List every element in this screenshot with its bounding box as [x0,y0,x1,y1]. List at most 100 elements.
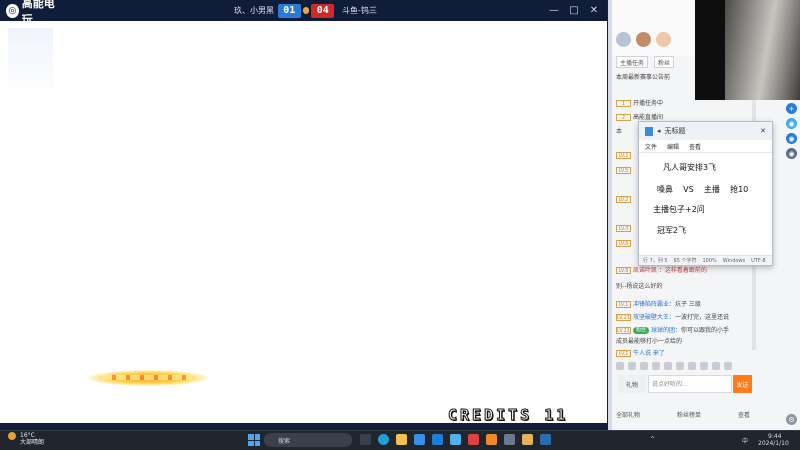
chat-line: LV.21 攻坚破壁大王：一波打完，这里还说 [616,314,730,321]
status-chars: 65 个字符 [673,258,697,264]
panel-tabs: 主播任务 粉丝 [616,56,696,68]
app-icon[interactable]: ◉ [786,118,797,129]
settings-icon[interactable]: ⚙ [786,414,797,425]
app-icon[interactable]: ◉ [786,133,797,144]
chat-line: 本 [616,128,623,135]
player1-name: 玖、小男黑 [234,6,274,15]
chat-line: 2 高能直播间 [616,112,663,121]
player1-score: 01 [278,3,301,18]
chat-line: LV.1 冲锋陷阵霸业：坑子 三级 [616,299,701,308]
lang-indicator[interactable]: 中 [742,436,748,445]
taskbar-search[interactable]: 搜索 [264,433,352,447]
app-icon[interactable] [450,434,461,445]
all-gifts-link[interactable]: 全部礼物 [616,410,640,422]
view-link[interactable]: 查看 [738,410,750,422]
chat-line: LV.21 粉丝 球球的团：你可以跟我的小手 [616,327,730,334]
fire-effect [88,370,208,386]
app-icon[interactable] [522,434,533,445]
avatar[interactable] [656,32,671,47]
player2-name: 斗鱼-钨三 [342,6,377,15]
gift-icon[interactable] [724,362,732,370]
close-icon[interactable]: ✕ [760,127,766,135]
chat-line: LV.6 [616,240,633,249]
chat-line: LV.5 [616,167,633,176]
gift-icon[interactable] [688,362,696,370]
notepad-line: 主播包子+2问 [653,205,705,214]
maximize-button[interactable]: □ [565,0,583,21]
fans-rank-link[interactable]: 粉丝榜单 [677,410,701,422]
scoreboard: 01 04 [278,3,334,18]
notepad-line: 嗓鼻 VS 主播 抢10 [657,185,749,194]
chat-line: LV.3 [616,225,633,234]
app-logo: ◎ 高能电玩 [6,0,62,26]
status-position: 行 7，列 5 [643,258,668,264]
panel-scrollbar[interactable] [608,0,612,430]
close-button[interactable]: ✕ [585,0,603,21]
weather-temp: 16°C [20,432,35,439]
gift-icon[interactable] [676,362,684,370]
player2-score: 04 [311,3,334,18]
vs-icon [302,7,310,14]
menu-view[interactable]: 查看 [689,142,701,151]
app-icon[interactable] [468,434,479,445]
chat-input[interactable]: 说点好听的... [648,375,732,393]
chat-line: 1 开播任务中 [616,98,663,107]
game-canvas[interactable] [0,21,607,423]
share-icon[interactable]: + [786,103,797,114]
status-encoding: UTF-8 [751,257,766,264]
gift-icon[interactable] [628,362,636,370]
tab-title[interactable]: 无标题 [665,126,686,136]
gift-icon[interactable] [712,362,720,370]
avatar[interactable] [616,32,631,47]
notepad-menubar: 文件 编辑 查看 [639,140,772,153]
gift-icon[interactable] [664,362,672,370]
panel-footer: 全部礼物 粉丝榜单 查看 [616,410,750,422]
game-bottom-bar [0,423,607,430]
webcam-feed [725,0,800,100]
notepad-titlebar[interactable]: ◂ 无标题 ✕ [639,122,772,140]
app-icon[interactable] [540,434,551,445]
app-icon[interactable] [486,434,497,445]
logo-icon: ◎ [6,3,19,18]
notepad-icon [645,126,653,136]
status-zoom: 100% [702,257,717,264]
gift-icon[interactable] [652,362,660,370]
clock-time[interactable]: 9:44 [768,433,781,440]
clock-date[interactable]: 2024/1/10 [758,440,789,447]
gift-icon[interactable] [700,362,708,370]
folder-icon[interactable] [396,434,407,445]
weather-icon[interactable] [8,432,16,440]
back-icon[interactable]: ◂ [657,127,661,135]
weather-desc: 大部晴朗 [20,439,45,446]
menu-file[interactable]: 文件 [645,142,657,151]
chat-line: LV.8 凯诺叶凯 ：这样看着跟前的 [616,265,707,274]
tab-tasks[interactable]: 主播任务 [616,56,649,68]
weather-widget[interactable]: 16°C 大部晴朗 [20,432,44,446]
chat-line: LV.1 牛人说 来了 [616,348,665,357]
chat-line: LV.2 [616,196,633,205]
tray-chevron-icon[interactable]: ^ [650,436,655,443]
gift-button[interactable]: 礼物 [618,375,646,393]
notepad-statusbar: 行 7，列 5 65 个字符 100% Windows UTF-8 [639,255,772,265]
gift-icon[interactable] [640,362,648,370]
send-button[interactable]: 发送 [733,375,752,393]
notepad-line: 凡人哥安排3飞 [663,163,717,172]
minimize-button[interactable]: — [545,0,563,21]
app-icon[interactable]: ◉ [786,148,797,159]
start-button[interactable] [248,434,260,446]
faded-sprite [8,28,53,88]
edge-icon[interactable] [378,434,389,445]
app-icon[interactable] [432,434,443,445]
game-titlebar[interactable]: ◎ 高能电玩 玖、小男黑 01 04 斗鱼-钨三 — □ ✕ [0,0,607,26]
notepad-window[interactable]: ◂ 无标题 ✕ 文件 编辑 查看 凡人哥安排3飞 嗓鼻 VS 主播 抢10 主播… [638,121,773,266]
task-view-icon[interactable] [360,434,371,445]
system-tray[interactable]: ^ 中 9:44 2024/1/10 [650,433,800,447]
notepad-line: 冠军2飞 [657,226,687,235]
store-icon[interactable] [414,434,425,445]
app-icon[interactable] [504,434,515,445]
tab-fans[interactable]: 粉丝 [654,56,675,68]
gift-icon[interactable] [616,362,624,370]
avatar[interactable] [636,32,651,47]
menu-edit[interactable]: 编辑 [667,142,679,151]
credits-counter: CREDITS 11 [447,406,569,425]
